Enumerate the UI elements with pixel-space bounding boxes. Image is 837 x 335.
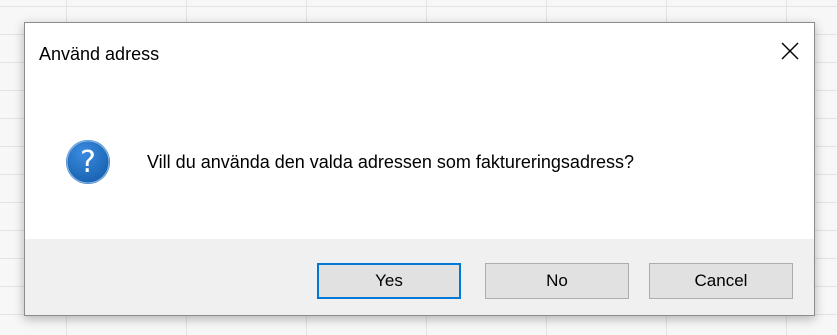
dialog-button-bar: Yes No Cancel bbox=[25, 239, 814, 315]
dialog-message: Vill du använda den valda adressen som f… bbox=[147, 152, 634, 172]
close-button[interactable] bbox=[766, 23, 814, 79]
dialog-title: Använd adress bbox=[39, 44, 160, 64]
no-button[interactable]: No bbox=[485, 263, 629, 299]
svg-text:?: ? bbox=[80, 145, 96, 180]
message-dialog: Använd adress ? Vill du använda den vald… bbox=[24, 22, 815, 316]
dialog-titlebar: Använd adress bbox=[25, 23, 814, 83]
question-icon: ? bbox=[66, 140, 110, 184]
yes-button[interactable]: Yes bbox=[317, 263, 461, 299]
dialog-content: ? Vill du använda den valda adressen som… bbox=[25, 83, 814, 239]
close-icon bbox=[781, 42, 799, 60]
cancel-button[interactable]: Cancel bbox=[649, 263, 793, 299]
